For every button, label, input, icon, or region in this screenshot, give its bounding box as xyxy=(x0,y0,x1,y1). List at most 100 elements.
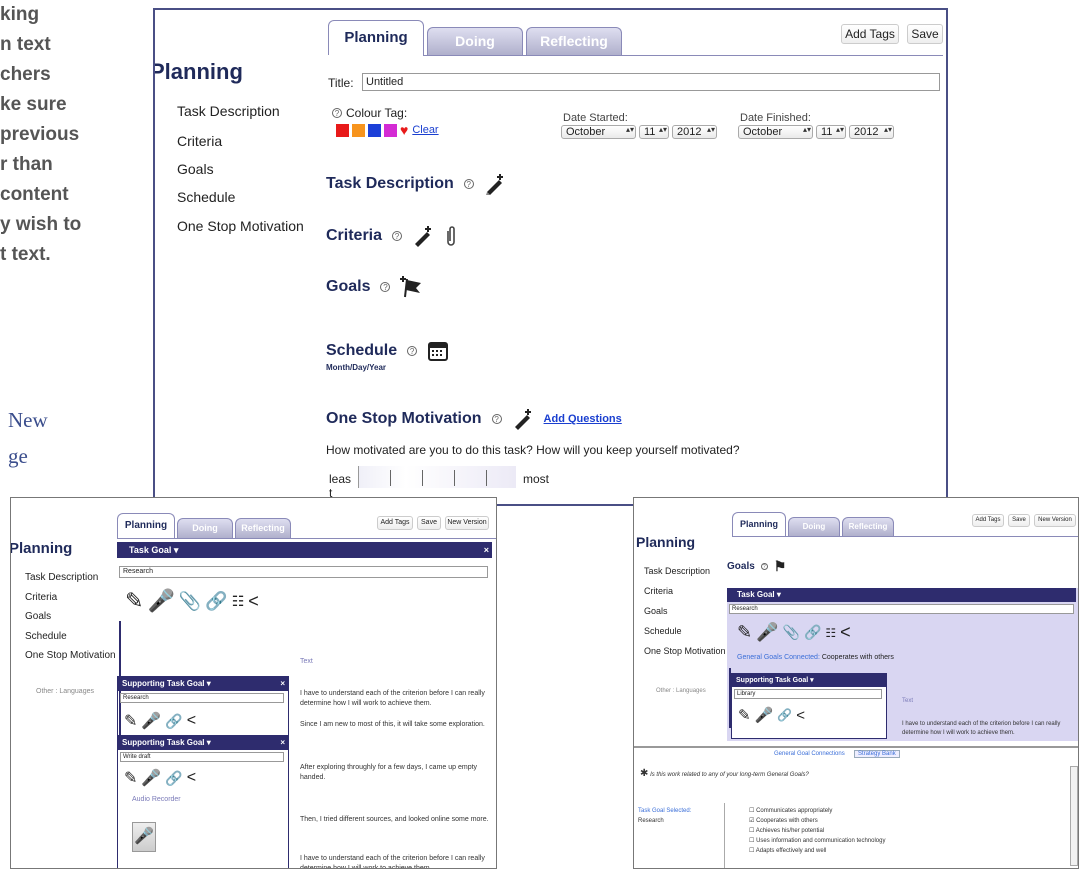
pencil-add-icon[interactable] xyxy=(484,173,506,195)
sidebar-item-schedule[interactable]: Schedule xyxy=(25,631,67,642)
checkbox[interactable]: ☐ xyxy=(749,848,754,854)
save-button[interactable]: Save xyxy=(417,516,441,530)
pencil-add-icon[interactable]: ✎ xyxy=(738,706,751,724)
task-goal-input[interactable]: Research xyxy=(119,566,488,578)
checkbox[interactable]: ☐ xyxy=(749,808,754,814)
share-icon[interactable]: < xyxy=(187,769,196,787)
share-icon[interactable]: < xyxy=(248,591,259,612)
help-icon[interactable]: ? xyxy=(463,179,474,189)
sidebar-item-goals[interactable]: Goals xyxy=(177,161,214,177)
add-tags-button[interactable]: Add Tags xyxy=(972,514,1004,527)
year-select[interactable]: 2012 xyxy=(849,125,894,139)
new-version-button[interactable]: New Version xyxy=(1034,514,1076,527)
tab-reflecting[interactable]: Reflecting xyxy=(235,518,291,538)
tab-reflecting[interactable]: Reflecting xyxy=(842,517,894,536)
help-icon[interactable]: ? xyxy=(491,414,502,424)
calendar-icon[interactable] xyxy=(427,340,449,362)
year-select[interactable]: 2012 xyxy=(672,125,717,139)
microphone-icon[interactable]: 🎤 xyxy=(141,711,161,731)
microphone-icon[interactable]: 🎤 xyxy=(147,588,174,614)
goal-flag-icon[interactable] xyxy=(400,275,424,299)
pencil-add-icon[interactable] xyxy=(412,225,434,247)
save-button[interactable]: Save xyxy=(907,24,943,44)
link-icon[interactable]: 🔗 xyxy=(804,624,821,641)
save-button[interactable]: Save xyxy=(1008,514,1030,527)
goal-checkbox-item[interactable]: ☐ Uses information and communication tec… xyxy=(749,836,885,846)
link-icon[interactable]: 🔗 xyxy=(777,708,792,722)
sidebar-item-criteria[interactable]: Criteria xyxy=(644,586,673,596)
add-tags-button[interactable]: Add Tags xyxy=(841,24,899,44)
goal-checkbox-item[interactable]: ☐ Adapts effectively and well xyxy=(749,846,885,856)
help-icon[interactable]: ? xyxy=(380,282,391,292)
swatch-red[interactable] xyxy=(336,123,349,137)
tab-doing[interactable]: Doing xyxy=(788,517,840,536)
tab-doing[interactable]: Doing xyxy=(177,518,233,538)
new-version-button[interactable]: New Version xyxy=(445,516,489,530)
sidebar-item-one-stop-motivation[interactable]: One Stop Motivation xyxy=(25,650,116,661)
pencil-add-icon[interactable]: ✎ xyxy=(125,588,143,614)
pencil-add-icon[interactable]: ✎ xyxy=(124,711,137,731)
tab-general-goal-connections[interactable]: General Goal Connections xyxy=(774,751,845,757)
goal-checkbox-item[interactable]: ☐ Communicates appropriately xyxy=(749,806,885,816)
goal-checkbox-item[interactable]: ☑ Cooperates with others xyxy=(749,816,885,826)
share-icon[interactable]: < xyxy=(796,707,805,724)
sidebar-item-one-stop-motivation[interactable]: One Stop Motivation xyxy=(177,218,304,234)
swatch-magenta[interactable] xyxy=(384,123,397,137)
audio-record-button[interactable]: 🎤 xyxy=(132,822,156,852)
sidebar-item-criteria[interactable]: Criteria xyxy=(25,592,57,603)
swatch-orange[interactable] xyxy=(352,123,365,137)
tab-doing[interactable]: Doing xyxy=(427,27,523,55)
sidebar-item-task-description[interactable]: Task Description xyxy=(177,103,280,119)
add-questions-link[interactable]: Add Questions xyxy=(544,413,622,425)
pencil-add-icon[interactable]: ✎ xyxy=(737,622,752,643)
tab-reflecting[interactable]: Reflecting xyxy=(526,27,622,55)
tab-planning[interactable]: Planning xyxy=(328,20,424,55)
tab-planning[interactable]: Planning xyxy=(732,512,786,536)
task-goal-input[interactable]: Research xyxy=(729,604,1074,614)
pencil-add-icon[interactable]: ✎ xyxy=(124,768,137,788)
pencil-add-icon[interactable] xyxy=(512,408,534,430)
add-tags-button[interactable]: Add Tags xyxy=(377,516,413,530)
share-icon[interactable]: < xyxy=(840,622,851,643)
sidebar-item-task-description[interactable]: Task Description xyxy=(644,566,710,576)
supporting-goal-input[interactable]: Library xyxy=(734,689,882,699)
help-icon[interactable]: ? xyxy=(407,346,418,356)
checkbox-checked[interactable]: ☑ xyxy=(749,818,754,824)
microphone-icon[interactable]: 🎤 xyxy=(755,706,774,724)
link-icon[interactable]: 🔗 xyxy=(165,770,182,787)
link-icon[interactable]: 🔗 xyxy=(205,591,227,612)
checkbox[interactable]: ☐ xyxy=(749,838,754,844)
help-icon[interactable]: ? xyxy=(760,563,768,570)
checkbox[interactable]: ☐ xyxy=(749,828,754,834)
month-select[interactable]: October xyxy=(561,125,636,139)
link-icon[interactable]: 🔗 xyxy=(165,713,182,730)
sidebar-item-schedule[interactable]: Schedule xyxy=(177,189,235,205)
close-icon[interactable]: × xyxy=(280,736,285,750)
heart-icon[interactable]: ♥ xyxy=(400,122,408,138)
checklist-icon[interactable]: ☷ xyxy=(232,593,245,610)
motivation-slider[interactable] xyxy=(358,466,516,488)
sidebar-item-goals[interactable]: Goals xyxy=(644,606,668,616)
clear-link[interactable]: Clear xyxy=(412,124,438,136)
sidebar-item-one-stop-motivation[interactable]: One Stop Motivation xyxy=(644,646,726,656)
tab-planning[interactable]: Planning xyxy=(117,513,175,538)
expand-icon[interactable]: ▾ xyxy=(174,545,179,555)
day-select[interactable]: 11 xyxy=(639,125,669,139)
microphone-icon[interactable]: 🎤 xyxy=(141,768,161,788)
title-input[interactable]: Untitled xyxy=(362,73,940,91)
sidebar-item-task-description[interactable]: Task Description xyxy=(25,572,98,583)
sidebar-item-schedule[interactable]: Schedule xyxy=(644,626,682,636)
paperclip-icon[interactable] xyxy=(444,225,458,247)
help-icon[interactable]: ? xyxy=(392,231,403,241)
close-icon[interactable]: × xyxy=(484,542,489,558)
paperclip-icon[interactable]: 📎 xyxy=(783,624,800,641)
sidebar-item-criteria[interactable]: Criteria xyxy=(177,133,222,149)
swatch-blue[interactable] xyxy=(368,123,381,137)
share-icon[interactable]: < xyxy=(187,712,196,730)
checklist-icon[interactable]: ☷ xyxy=(825,626,836,640)
month-select[interactable]: October xyxy=(738,125,813,139)
paperclip-icon[interactable]: 📎 xyxy=(179,591,201,612)
close-icon[interactable]: × xyxy=(280,677,285,691)
sidebar-item-goals[interactable]: Goals xyxy=(25,611,51,622)
goal-flag-icon[interactable]: ⚑ xyxy=(774,558,787,575)
